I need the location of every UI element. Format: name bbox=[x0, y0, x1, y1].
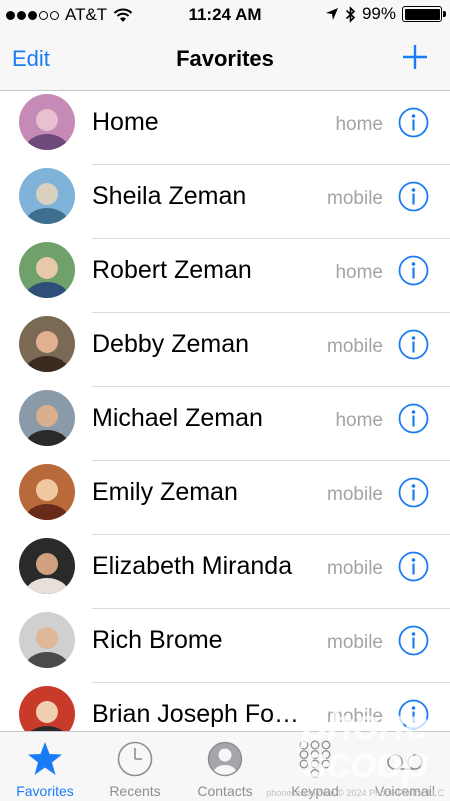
info-button[interactable] bbox=[398, 107, 429, 138]
location-arrow-icon bbox=[325, 8, 338, 20]
avatar-photo bbox=[19, 612, 75, 668]
contact-name: Sheila Zeman bbox=[92, 182, 247, 210]
watermark-logo-line2: scoop bbox=[303, 738, 429, 787]
contact-name: Elizabeth Miranda bbox=[92, 552, 293, 580]
avatar bbox=[19, 538, 75, 594]
contact-name: Rich Brome bbox=[92, 626, 223, 654]
phone-type-label: home bbox=[335, 262, 383, 283]
favorite-row[interactable]: Home home bbox=[0, 91, 450, 165]
info-icon bbox=[398, 477, 429, 508]
tab-label: Recents bbox=[109, 783, 161, 799]
info-button[interactable] bbox=[398, 255, 429, 286]
info-button[interactable] bbox=[398, 403, 429, 434]
favorite-row[interactable]: Emily Zeman mobile bbox=[0, 461, 450, 535]
favorites-list: Home home Sheila Zeman mobile Robert Zem… bbox=[0, 91, 450, 731]
watermark-text: phonescoop.com © 2024 Phone Factor, LLC bbox=[266, 788, 444, 798]
status-bar: AT&T 11:24 AM 99% bbox=[0, 0, 450, 32]
info-icon bbox=[398, 107, 429, 138]
avatar-photo bbox=[19, 686, 75, 731]
info-button[interactable] bbox=[398, 329, 429, 360]
info-icon bbox=[398, 329, 429, 360]
contact-name: Michael Zeman bbox=[92, 404, 263, 432]
favorite-row[interactable]: Sheila Zeman mobile bbox=[0, 165, 450, 239]
avatar-photo bbox=[19, 464, 75, 520]
contact-icon bbox=[207, 741, 243, 777]
info-icon bbox=[398, 255, 429, 286]
clock-icon bbox=[117, 741, 153, 777]
avatar bbox=[19, 686, 75, 731]
battery-percent: 99% bbox=[361, 4, 396, 23]
info-button[interactable] bbox=[398, 477, 429, 508]
favorite-row[interactable]: Debby Zeman mobile bbox=[0, 313, 450, 387]
page-title: Favorites bbox=[176, 46, 274, 71]
avatar-photo bbox=[19, 538, 75, 594]
watermark-logo: phone scoop bbox=[301, 703, 429, 787]
info-button[interactable] bbox=[398, 625, 429, 656]
avatar bbox=[19, 316, 75, 372]
contact-name: Emily Zeman bbox=[92, 478, 238, 506]
star-icon bbox=[28, 742, 62, 775]
contact-name: Debby Zeman bbox=[92, 330, 250, 358]
add-button[interactable] bbox=[400, 40, 430, 74]
avatar-photo bbox=[19, 168, 75, 224]
info-icon bbox=[398, 625, 429, 656]
avatar bbox=[19, 94, 75, 150]
avatar-photo bbox=[19, 390, 75, 446]
nav-bar: Edit Favorites bbox=[0, 32, 450, 91]
avatar bbox=[19, 168, 75, 224]
info-icon bbox=[398, 551, 429, 582]
phone-type-label: mobile bbox=[327, 484, 383, 505]
avatar-photo bbox=[19, 316, 75, 372]
info-button[interactable] bbox=[398, 181, 429, 212]
favorite-row[interactable]: Robert Zeman home bbox=[0, 239, 450, 313]
phone-type-label: mobile bbox=[327, 336, 383, 357]
tab-label: Contacts bbox=[197, 783, 253, 799]
info-icon bbox=[398, 403, 429, 434]
avatar bbox=[19, 242, 75, 298]
tab-recents[interactable]: Recents bbox=[90, 732, 180, 801]
avatar-photo bbox=[19, 94, 75, 150]
bluetooth-icon bbox=[345, 5, 356, 23]
avatar-photo bbox=[19, 242, 75, 298]
favorite-row[interactable]: Rich Brome mobile bbox=[0, 609, 450, 683]
tab-favorites[interactable]: Favorites bbox=[0, 732, 90, 801]
favorite-row[interactable]: Michael Zeman home bbox=[0, 387, 450, 461]
phone-type-label: mobile bbox=[327, 188, 383, 209]
info-button[interactable] bbox=[398, 551, 429, 582]
avatar bbox=[19, 464, 75, 520]
contact-name: Home bbox=[92, 108, 159, 136]
favorite-row[interactable]: Elizabeth Miranda mobile bbox=[0, 535, 450, 609]
phone-type-label: mobile bbox=[327, 558, 383, 579]
phone-type-label: home bbox=[335, 410, 383, 431]
contact-name: Robert Zeman bbox=[92, 256, 252, 284]
avatar bbox=[19, 390, 75, 446]
battery-icon bbox=[402, 6, 446, 22]
tab-contacts[interactable]: Contacts bbox=[180, 732, 270, 801]
avatar bbox=[19, 612, 75, 668]
tab-label: Favorites bbox=[16, 783, 74, 799]
info-icon bbox=[398, 181, 429, 212]
plus-icon bbox=[403, 45, 427, 69]
phone-type-label: mobile bbox=[327, 632, 383, 653]
status-right: 99% bbox=[325, 4, 446, 24]
contact-name: Brian Joseph Fo… bbox=[92, 700, 300, 728]
phone-type-label: home bbox=[335, 114, 383, 135]
